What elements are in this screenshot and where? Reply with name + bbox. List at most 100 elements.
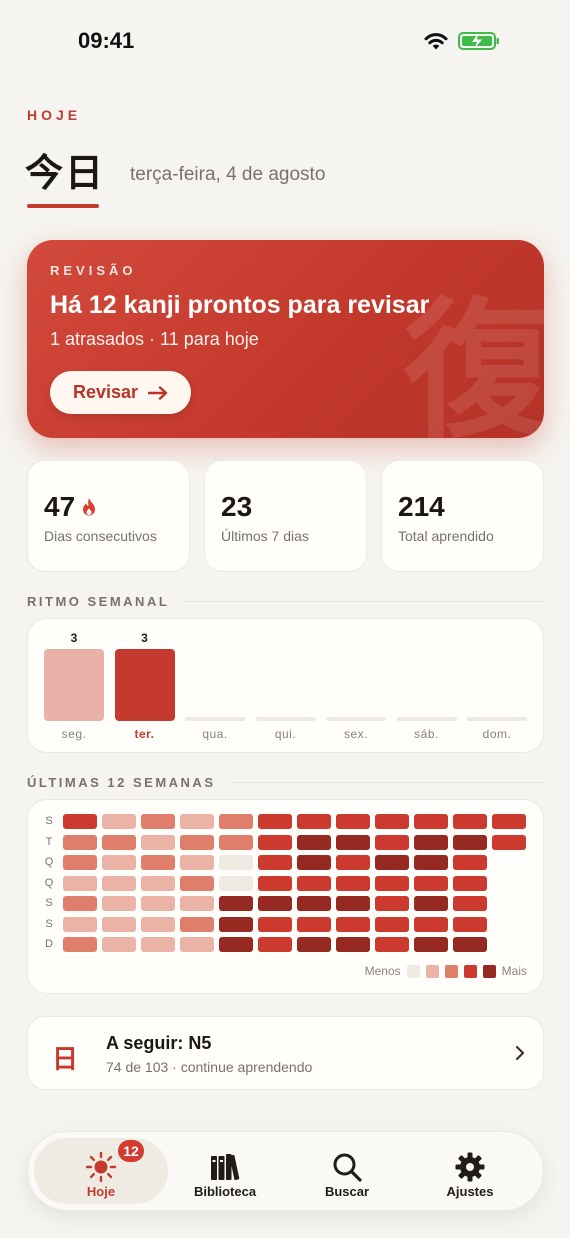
week-day-column: qui. xyxy=(255,619,316,754)
review-button[interactable]: Revisar xyxy=(50,371,191,414)
heatmap-cell xyxy=(375,916,409,932)
heatmap-cell xyxy=(414,875,448,891)
divider xyxy=(229,782,544,783)
heatmap-row-label: Q xyxy=(44,876,54,889)
heatmap-cell xyxy=(180,916,214,932)
today-eyebrow: HOJE xyxy=(27,107,82,123)
heatmap-cell xyxy=(375,937,409,952)
heatmap-cell xyxy=(102,814,136,829)
review-button-label: Revisar xyxy=(72,382,139,402)
stat-value: 47 xyxy=(44,491,97,523)
legend-swatch xyxy=(463,964,477,978)
heatmap-cell xyxy=(375,834,409,850)
week-day-bar-empty xyxy=(255,717,316,721)
next-kanji: 日 xyxy=(52,1045,79,1075)
status-time: 09:41 xyxy=(78,28,135,53)
heatmap-cell xyxy=(492,834,526,850)
week-day-column: 3 seg. xyxy=(44,619,104,754)
heatmap-cell xyxy=(180,937,214,952)
heatmap-cell xyxy=(102,896,136,911)
heatmap-cell xyxy=(180,834,214,850)
page-title-kanji: 今日 xyxy=(25,150,106,195)
gear-icon xyxy=(455,1152,485,1182)
next-level-card[interactable]: 日 A seguir: N5 74 de 103 · continue apre… xyxy=(27,1016,544,1090)
tab-biblioteca[interactable]: Biblioteca xyxy=(158,1138,292,1204)
heatmap-cell xyxy=(297,834,331,850)
legend-swatch xyxy=(482,964,496,978)
heatmap-cell xyxy=(63,875,97,891)
review-card[interactable]: 復 REVISÃO Há 12 kanji prontos para revis… xyxy=(27,240,544,438)
search-icon xyxy=(333,1153,362,1182)
heatmap-cell xyxy=(180,896,214,911)
heatmap-cell xyxy=(102,875,136,891)
stat-label: Últimos 7 dias xyxy=(221,528,309,544)
week-day-label: ter. xyxy=(134,727,155,741)
tab-ajustes[interactable]: Ajustes xyxy=(403,1138,537,1204)
heatmap-row-label: S xyxy=(45,917,53,930)
heatmap-cell xyxy=(336,875,370,891)
tab-label: Buscar xyxy=(324,1184,370,1199)
heatmap-cell xyxy=(453,814,487,829)
tab-buscar[interactable]: Buscar xyxy=(280,1138,414,1204)
heatmap-cell xyxy=(102,937,136,952)
heatmap-cell xyxy=(336,855,370,870)
heatmap-cell xyxy=(336,937,370,952)
heatmap-cell xyxy=(492,814,526,829)
review-title: Há 12 kanji prontos para revisar xyxy=(50,291,430,319)
heatmap-cell xyxy=(453,916,487,932)
heatmap-cell xyxy=(180,814,214,829)
heatmap-cell xyxy=(414,834,448,850)
heatmap-cell xyxy=(375,855,409,870)
heatmap-cell xyxy=(63,896,97,911)
tab-bar: 12 Hoje Biblioteca Buscar Ajustes xyxy=(27,1131,544,1211)
heatmap-cell xyxy=(258,896,292,911)
notification-badge: 12 xyxy=(118,1140,144,1162)
week-day-column: 3 ter. xyxy=(114,619,175,754)
stat-card-last-7-days: 23 Últimos 7 dias xyxy=(204,460,367,572)
stat-label: Dias consecutivos xyxy=(44,528,157,544)
heatmap-cell xyxy=(336,834,370,850)
week-day-label: qui. xyxy=(274,727,297,741)
tab-hoje[interactable]: 12 Hoje xyxy=(34,1138,168,1204)
week-day-label: sex. xyxy=(343,727,368,741)
week-day-bar-empty xyxy=(396,717,457,721)
sun-icon xyxy=(85,1151,117,1183)
week-day-bar xyxy=(114,649,175,721)
week-day-bar-empty xyxy=(185,717,245,721)
heatmap-cell xyxy=(63,937,97,952)
heatmap-cell xyxy=(258,875,292,891)
heatmap-cell xyxy=(102,855,136,870)
wifi-icon xyxy=(424,33,448,50)
next-subtitle: 74 de 103 · continue aprendendo xyxy=(106,1059,313,1075)
stat-value: 214 xyxy=(398,491,445,522)
heatmap-row-label: S xyxy=(45,897,53,909)
week-day-bar-empty xyxy=(326,717,386,721)
heatmap-cell xyxy=(336,814,370,829)
heatmap-cell xyxy=(414,937,448,952)
heatmap-row-label: Q xyxy=(44,856,54,868)
heatmap-cell xyxy=(297,896,331,911)
week-day-column: sex. xyxy=(326,619,386,754)
stat-label: Total aprendido xyxy=(398,528,494,544)
heatmap-cell xyxy=(141,937,175,952)
legend-more-label: Mais xyxy=(501,964,527,978)
weekly-section-header: RITMO SEMANAL xyxy=(27,594,544,609)
legend-swatch xyxy=(406,964,420,978)
heatmap-cell xyxy=(141,916,175,932)
heatmap-cell xyxy=(141,896,175,911)
heatmap-cell xyxy=(414,896,448,911)
week-day-label: seg. xyxy=(61,727,87,741)
heatmap-cell xyxy=(336,916,370,932)
week-day-label: dom. xyxy=(482,727,512,741)
heatmap-cell xyxy=(453,896,487,911)
date-label: terça-feira, 4 de agosto xyxy=(130,164,326,185)
heatmap-cell xyxy=(375,896,409,911)
heatmap-cell xyxy=(141,814,175,829)
heatmap-section-title: ÚLTIMAS 12 SEMANAS xyxy=(27,775,216,790)
stat-streak-value: 47 xyxy=(44,491,76,522)
heatmap-cell xyxy=(297,855,331,870)
heatmap-cell xyxy=(180,855,214,870)
week-day-column: dom. xyxy=(467,619,527,754)
review-subtitle: 1 atrasados · 11 para hoje xyxy=(50,329,259,349)
heatmap-cell xyxy=(375,875,409,891)
